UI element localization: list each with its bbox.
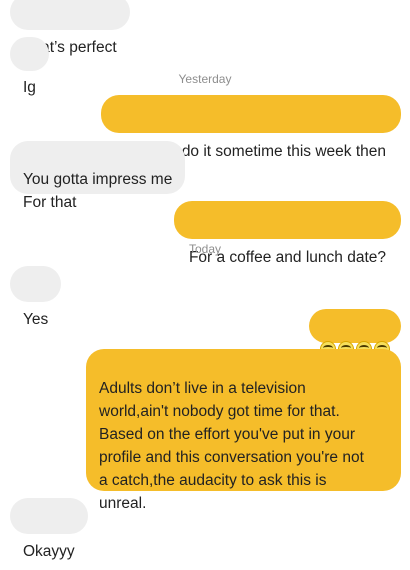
message-text: Okayyy xyxy=(23,543,75,560)
date-divider: Today xyxy=(188,242,222,256)
chat-thread: That’s perfect Ig Yesterday Well let's d… xyxy=(0,0,410,560)
message-text: Adults don’t live in a television world,… xyxy=(99,380,364,512)
message-bubble-outgoing[interactable]: Adults don’t live in a television world,… xyxy=(86,349,401,512)
message-text: You gotta impress me For that xyxy=(23,171,173,211)
message-bubble-incoming[interactable]: Okayyy xyxy=(10,498,88,560)
message-text: Yes xyxy=(23,311,49,328)
date-divider: Yesterday xyxy=(178,72,232,86)
message-bubble-outgoing[interactable]: For a coffee and lunch date? xyxy=(173,201,401,266)
message-bubble-incoming[interactable]: You gotta impress me For that xyxy=(10,141,186,211)
message-bubble-incoming[interactable]: Ig xyxy=(10,37,49,96)
message-bubble-outgoing[interactable]: Well let's do it sometime this week then xyxy=(101,95,401,160)
message-bubble-incoming[interactable]: Yes xyxy=(10,266,62,328)
message-bubble-outgoing-emoji[interactable] xyxy=(309,309,401,357)
message-bubble-incoming[interactable]: That’s perfect xyxy=(10,0,130,56)
